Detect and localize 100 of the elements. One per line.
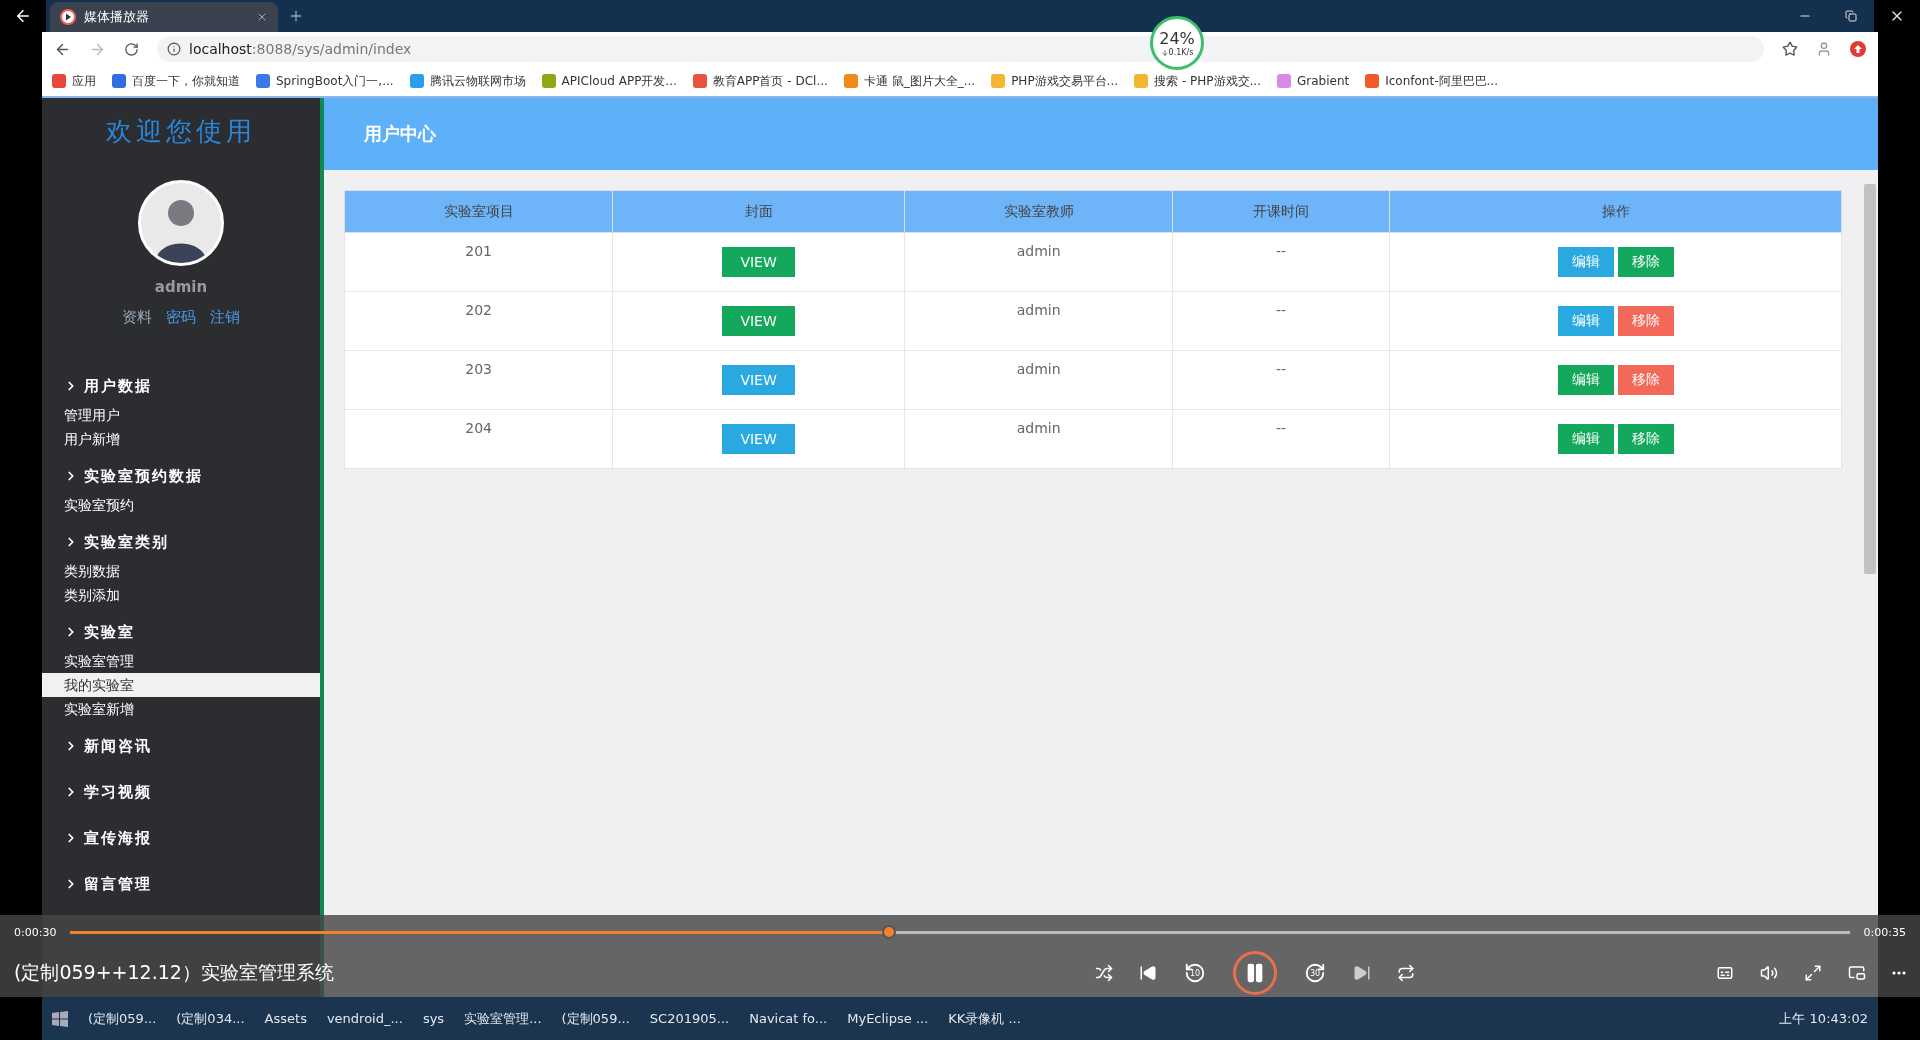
- taskbar-item[interactable]: KK录像机 ...: [948, 1009, 1021, 1028]
- previous-button[interactable]: [1139, 964, 1157, 982]
- table-cell: --: [1172, 409, 1390, 469]
- repeat-icon: [1397, 964, 1415, 982]
- bookmark-link[interactable]: 百度一下，你就知道: [112, 72, 240, 90]
- windows-icon[interactable]: [52, 1010, 68, 1027]
- next-button[interactable]: [1353, 964, 1371, 982]
- menu-group[interactable]: 实验室: [42, 615, 320, 649]
- header-title: 用户中心: [364, 122, 436, 146]
- info-icon: [167, 42, 181, 56]
- close-button[interactable]: [1874, 0, 1920, 32]
- profile-button[interactable]: [1816, 41, 1832, 57]
- menu-group[interactable]: 留言管理: [42, 867, 320, 901]
- bookmark-link[interactable]: 腾讯云物联网市场: [409, 72, 526, 90]
- subtitles-button[interactable]: [1716, 964, 1734, 982]
- update-button[interactable]: [1850, 41, 1866, 57]
- seek-thumb[interactable]: [881, 925, 896, 939]
- taskbar-item[interactable]: sys: [422, 1011, 445, 1026]
- player-tab[interactable]: 媒体播放器: [50, 2, 278, 32]
- table-cell: --: [1172, 350, 1390, 410]
- clock: 上午 10:43:02: [1779, 1009, 1868, 1028]
- column-header: 封面: [612, 190, 905, 233]
- bookmark-link[interactable]: SpringBoot入门一,...: [256, 72, 394, 90]
- profile-link[interactable]: 密码: [166, 308, 196, 327]
- taskbar-item[interactable]: (定制059...: [561, 1009, 630, 1028]
- more-icon: [1892, 971, 1906, 975]
- play-logo-icon: [60, 9, 76, 25]
- bookmark-link[interactable]: 教育APP首页 - DCl...: [692, 72, 828, 90]
- volume-button[interactable]: [1760, 964, 1778, 982]
- table-cell: admin: [904, 409, 1173, 469]
- fullscreen-button[interactable]: [1804, 964, 1822, 982]
- taskbar-item[interactable]: Navicat fo...: [749, 1011, 828, 1026]
- shuffle-button[interactable]: [1095, 964, 1113, 982]
- rewind-icon: [1184, 962, 1206, 984]
- menu-item[interactable]: 实验室预约: [42, 493, 320, 517]
- taskbar-item[interactable]: vendroid_...: [326, 1011, 403, 1026]
- table-cell: admin: [904, 232, 1173, 292]
- table-cell: 201: [344, 232, 613, 292]
- bookmark-link[interactable]: Iconfont-阿里巴巴...: [1365, 72, 1498, 90]
- menu-group[interactable]: 实验室类别: [42, 525, 320, 559]
- bookmark-link[interactable]: APICloud APP开发...: [541, 72, 677, 90]
- menu-item[interactable]: 类别添加: [42, 583, 320, 607]
- taskbar-item[interactable]: MyEclipse ...: [847, 1011, 929, 1026]
- video-title: (定制059++12.12）实验室管理系统: [14, 961, 334, 983]
- close-tab-button[interactable]: [256, 11, 268, 23]
- username: admin: [153, 278, 209, 296]
- table-cell: 203: [344, 350, 613, 410]
- bookmark-link[interactable]: PHP游戏交易平台...: [991, 72, 1119, 90]
- bookmark-link[interactable]: 搜索 - PHP游戏交...: [1134, 72, 1261, 90]
- forward-icon: [1304, 962, 1326, 984]
- taskbar-item[interactable]: (定制034...: [176, 1009, 245, 1028]
- menu-group[interactable]: 学习视频: [42, 775, 320, 809]
- menu-item[interactable]: 用户新增: [42, 427, 320, 451]
- elapsed-time: 0:00:30: [14, 925, 57, 939]
- more-button[interactable]: [1892, 971, 1906, 975]
- bookmark-link[interactable]: Grabient: [1277, 74, 1350, 88]
- menu-group[interactable]: 宣传海报: [42, 821, 320, 855]
- column-header: 实验室项目: [344, 190, 613, 233]
- restore-icon: [1845, 10, 1857, 22]
- table-cell: admin: [904, 291, 1173, 351]
- shuffle-icon: [1095, 964, 1113, 982]
- next-icon: [1353, 964, 1371, 982]
- column-header: 开课时间: [1172, 190, 1390, 233]
- taskbar-item[interactable]: SC201905...: [649, 1011, 730, 1026]
- previous-icon: [1139, 964, 1157, 982]
- total-time: 0:00:35: [1863, 925, 1906, 939]
- welcome-heading: 欢迎您使用: [105, 114, 257, 148]
- profile-link[interactable]: 资料: [122, 308, 152, 327]
- scrollbar-thumb[interactable]: [1864, 184, 1876, 574]
- menu-item[interactable]: 实验室新增: [42, 697, 320, 721]
- tab-title: 媒体播放器: [84, 8, 150, 26]
- repeat-button[interactable]: [1397, 964, 1415, 982]
- forward-skip-button[interactable]: 30: [1303, 961, 1327, 985]
- star-icon: [1782, 41, 1798, 57]
- column-header: 实验室教师: [904, 190, 1173, 233]
- profile-link[interactable]: 注销: [210, 308, 240, 327]
- menu-item[interactable]: 实验室管理: [42, 649, 320, 673]
- fullscreen-icon: [1804, 964, 1822, 982]
- plus-icon: [288, 8, 304, 24]
- bookmark-link[interactable]: 应用: [52, 72, 96, 90]
- pause-button[interactable]: [1233, 951, 1277, 995]
- taskbar-item[interactable]: 实验室管理...: [464, 1009, 542, 1028]
- reload-icon: [124, 41, 139, 57]
- column-header: 操作: [1389, 190, 1842, 233]
- reload-button[interactable]: [124, 41, 139, 57]
- table-cell: 202: [344, 291, 613, 351]
- menu-group[interactable]: 实验室预约数据: [42, 459, 320, 493]
- menu-item[interactable]: 管理用户: [42, 403, 320, 427]
- taskbar-item[interactable]: Assets: [264, 1011, 307, 1026]
- mini-player-button[interactable]: [1848, 964, 1866, 982]
- taskbar-item[interactable]: (定制059...: [88, 1009, 157, 1028]
- user-icon: [1816, 41, 1832, 57]
- bookmark-star-button[interactable]: [1782, 41, 1798, 57]
- menu-group[interactable]: 新闻咨讯: [42, 729, 320, 763]
- menu-group[interactable]: 用户数据: [42, 369, 320, 403]
- menu-item[interactable]: 我的实验室: [42, 673, 320, 697]
- mini-player-icon: [1848, 964, 1866, 982]
- menu-item[interactable]: 类别数据: [42, 559, 320, 583]
- back-button[interactable]: [0, 0, 46, 32]
- bookmark-link[interactable]: 卡通 鼠_图片大全_...: [843, 72, 976, 90]
